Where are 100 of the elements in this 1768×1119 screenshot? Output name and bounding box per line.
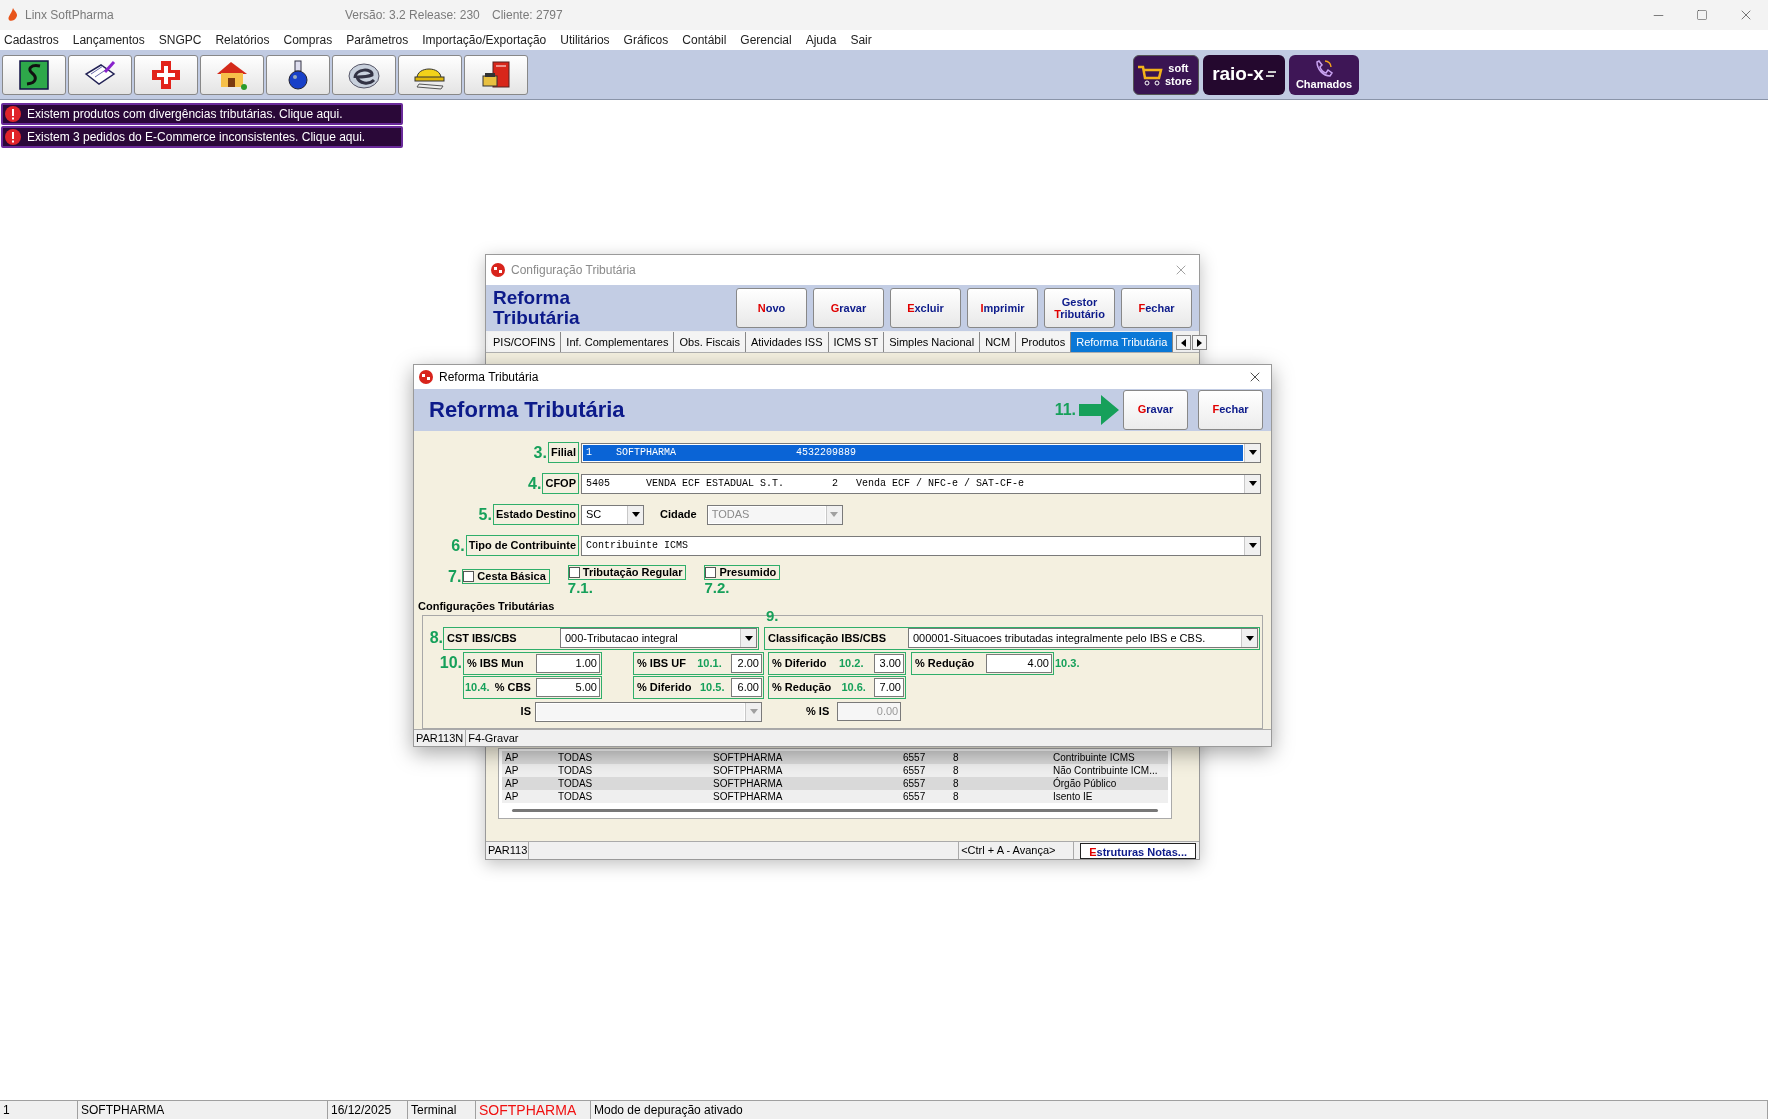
toolbar-button[interactable]: Fechar: [1121, 288, 1192, 328]
number-field[interactable]: 3.00: [874, 653, 904, 673]
field-label: % Diferido: [636, 680, 693, 696]
status-cell: PAR113N: [414, 729, 467, 747]
field-label: % Redução: [914, 655, 976, 671]
toolbar-button[interactable]: [464, 54, 528, 95]
book-phone-icon: [479, 59, 513, 90]
toolbar-button[interactable]: [200, 54, 264, 95]
toolbar-button[interactable]: Gravar: [813, 288, 884, 328]
dropdown-field[interactable]: 1 SOFTPHARMA 4532209889: [581, 442, 1261, 463]
tab[interactable]: Inf. Complementares: [561, 332, 675, 352]
toolbar-button[interactable]: Gestor Tributário: [1044, 288, 1115, 328]
brand-text: soft: [1167, 61, 1190, 75]
table-cell-text: AP: [504, 764, 520, 777]
dropdown-button[interactable]: [627, 505, 643, 524]
brand-text: store: [1165, 74, 1192, 88]
menu-item[interactable]: SNGPC: [158, 31, 202, 49]
flame-icon: [7, 8, 19, 22]
checkbox-icon[interactable]: [705, 566, 717, 578]
tab-scroll-left-button[interactable]: [1176, 335, 1192, 350]
step-number: 9.: [766, 608, 779, 623]
field-label: Filial: [547, 442, 579, 463]
toolbar-button[interactable]: [68, 54, 132, 95]
table-cell-text: 8: [952, 751, 960, 764]
soft-store-button[interactable]: soft store: [1133, 54, 1199, 95]
dropdown-field[interactable]: SC: [581, 504, 644, 525]
toolbar-button[interactable]: [2, 54, 66, 95]
tab[interactable]: NCM: [980, 332, 1017, 352]
caret-left-icon: [1181, 338, 1187, 347]
number-field[interactable]: 4.00: [986, 653, 1052, 673]
checkbox-option[interactable]: Tributação Regular: [567, 564, 687, 580]
field-label: % IBS UF: [636, 655, 687, 671]
number-field[interactable]: 5.00: [536, 678, 600, 697]
raio-x-button[interactable]: raio-x: [1203, 54, 1285, 95]
dropdown-field[interactable]: 5405 VENDA ECF ESTADUAL S.T. 2 Venda ECF / NFC-e / SAT-CF-e: [581, 473, 1261, 494]
dropdown-button[interactable]: [1244, 474, 1260, 493]
dialog-button[interactable]: Gravar: [1123, 389, 1188, 430]
caret-down-icon: [631, 512, 640, 517]
tab[interactable]: PIS/COFINS: [488, 332, 562, 352]
alert-banner[interactable]: Existem produtos com divergências tributárias. Clique aqui.: [1, 103, 403, 125]
checkbox-option[interactable]: Presumido: [704, 564, 781, 580]
toolbar-button[interactable]: Novo: [736, 288, 807, 328]
checkbox-option[interactable]: Cesta Básica: [462, 569, 550, 584]
chamados-button[interactable]: Chamados: [1289, 54, 1359, 95]
number-field[interactable]: 6.00: [731, 678, 762, 697]
dialog-heading: Reforma Tributária: [429, 396, 626, 425]
step-number: 7.2.: [704, 579, 730, 596]
client-text: Cliente: 2797: [492, 7, 563, 24]
step-number: 10.: [439, 653, 462, 673]
house-icon: [215, 59, 249, 90]
dropdown-field[interactable]: 000-Tributacao integral: [560, 628, 757, 648]
dropdown-field[interactable]: 000001-Situacoes tributadas integralmente pelo IBS e CBS.: [908, 628, 1258, 648]
tab[interactable]: Produtos: [1016, 332, 1072, 352]
menu-item[interactable]: Cadastros: [4, 31, 59, 49]
tab[interactable]: Atividades ISS: [745, 332, 829, 352]
number-field[interactable]: 2.00: [731, 653, 762, 673]
number-field[interactable]: 1.00: [536, 653, 600, 673]
menu-item[interactable]: Compras: [283, 31, 333, 49]
field-label: CST IBS/CBS: [446, 630, 518, 646]
estruturas-notas-button[interactable]: Estruturas Notas...: [1080, 842, 1196, 859]
menu-item[interactable]: Sair: [850, 31, 872, 49]
dropdown-button[interactable]: [740, 629, 756, 647]
menu-item[interactable]: Ajuda: [805, 31, 837, 49]
tab[interactable]: Reforma Tributária: [1071, 332, 1174, 352]
window-title: Configuração Tributária: [511, 262, 637, 279]
menu-item[interactable]: Importação/Exportação: [422, 31, 547, 49]
table-cell-text: 8: [952, 764, 960, 777]
dropdown-button[interactable]: [1244, 536, 1260, 555]
alert-banner[interactable]: Existem 3 pedidos do E-Commerce inconsistentes. Clique aqui.: [1, 126, 403, 148]
step-number: 10.1.: [697, 655, 722, 671]
toolbar-button[interactable]: Excluir: [890, 288, 961, 328]
tab[interactable]: ICMS ST: [828, 332, 885, 352]
dropdown-button[interactable]: [1244, 443, 1260, 462]
checkbox-icon[interactable]: [463, 571, 475, 582]
toolbar-button[interactable]: [266, 54, 330, 95]
tab[interactable]: Obs. Fiscais: [674, 332, 746, 352]
menu-item[interactable]: Gerencial: [740, 31, 792, 49]
toolbar-button[interactable]: [332, 54, 396, 95]
step-number: 10.6.: [841, 680, 866, 696]
menu-item[interactable]: Relatórios: [215, 31, 270, 49]
tab[interactable]: Simples Nacional: [884, 332, 981, 352]
dialog-button[interactable]: Fechar: [1198, 389, 1263, 430]
maximize-icon[interactable]: [1696, 9, 1708, 21]
menu-item[interactable]: Gráficos: [623, 31, 669, 49]
dropdown-field[interactable]: Contribuinte ICMS: [581, 535, 1261, 556]
field-label: Classificação IBS/CBS: [767, 630, 887, 646]
toolbar-button[interactable]: Imprimir: [967, 288, 1038, 328]
step-number: 7.: [448, 566, 462, 587]
menu-item[interactable]: Utilitários: [560, 31, 610, 49]
dropdown-button[interactable]: [1241, 629, 1257, 647]
window-title: Reforma Tributária: [439, 368, 540, 386]
table-cell-text: AP: [504, 751, 520, 764]
menu-item[interactable]: Lançamentos: [72, 31, 145, 49]
number-field[interactable]: 7.00: [874, 678, 904, 697]
table-cell-text: TODAS: [557, 790, 594, 803]
tab-scroll-right-button[interactable]: [1192, 335, 1208, 350]
menu-item[interactable]: Contábil: [682, 31, 727, 49]
menu-item[interactable]: Parâmetros: [346, 31, 409, 49]
checkbox-icon[interactable]: [568, 566, 580, 578]
status-cell-text: F4-Gravar: [467, 730, 520, 746]
